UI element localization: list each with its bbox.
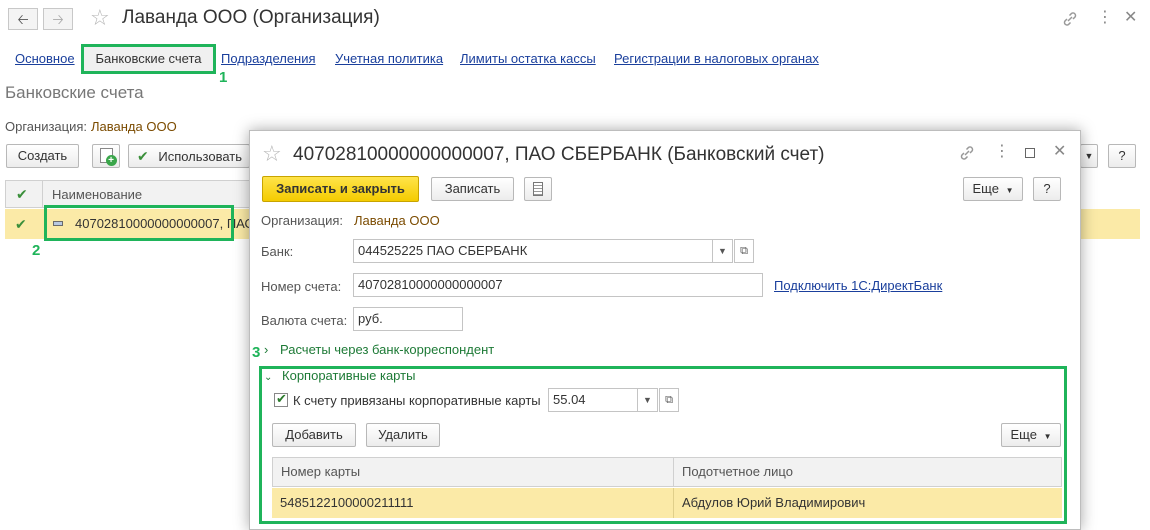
dialog-title: 40702810000000000007, ПАО СБЕРБАНК (Банк… <box>293 144 825 165</box>
bank-field[interactable]: 044525225 ПАО СБЕРБАНК <box>353 239 713 263</box>
cards-more-button[interactable]: Еще ▼ <box>1001 423 1061 447</box>
forward-button[interactable]: 🡢 <box>43 8 73 30</box>
accountable-person-cell[interactable]: Абдулов Юрий Владимирович <box>674 488 1062 518</box>
chevron-right-icon: › <box>264 342 269 357</box>
tab-tax-registrations[interactable]: Регистрации в налоговых органах <box>614 51 819 66</box>
column-header-name[interactable]: Наименование <box>52 187 142 202</box>
check-column-icon: ✔ <box>16 186 28 202</box>
favorite-star-icon[interactable]: ☆ <box>90 7 110 29</box>
dialog-link-icon[interactable] <box>959 145 975 163</box>
bank-label: Банк: <box>261 244 294 259</box>
tab-accounting-policy[interactable]: Учетная политика <box>335 51 443 66</box>
tab-cash-limits[interactable]: Лимиты остатка кассы <box>460 51 596 66</box>
report-button[interactable] <box>524 177 552 201</box>
help-button[interactable]: ? <box>1108 144 1136 168</box>
account-number-label: Номер счета: <box>261 279 342 294</box>
use-button[interactable]: ✔ Использовать <box>128 144 250 168</box>
dialog-favorite-star-icon[interactable]: ☆ <box>262 143 282 165</box>
cards-more-label: Еще <box>1010 427 1037 442</box>
add-icon: + <box>99 148 117 166</box>
currency-label: Валюта счета: <box>261 313 348 328</box>
bank-account-dialog: ☆ 40702810000000000007, ПАО СБЕРБАНК (Ба… <box>249 130 1081 530</box>
cards-account-field[interactable]: 55.04 <box>548 388 638 412</box>
card-number-cell[interactable]: 5485122100000211111 <box>272 488 674 518</box>
delete-card-button[interactable]: Удалить <box>366 423 440 447</box>
cards-checkbox-label: К счету привязаны корпоративные карты <box>293 393 541 408</box>
grid-header: ✔ Наименование <box>5 180 250 208</box>
annotation-1: 1 <box>219 69 228 86</box>
org-label: Организация: <box>5 119 88 134</box>
more-dropdown-button[interactable]: ▼ <box>1080 144 1098 168</box>
annotation-3: 3 <box>252 344 261 361</box>
create-button[interactable]: Создать <box>6 144 79 168</box>
dialog-maximize-icon[interactable] <box>1025 148 1035 158</box>
cards-account-open-button[interactable]: ⧉ <box>659 388 679 412</box>
bank-open-button[interactable]: ⧉ <box>734 239 754 263</box>
section-title: Банковские счета <box>5 83 144 102</box>
use-button-label: Использовать <box>158 149 243 164</box>
dialog-org-label: Организация: <box>261 213 344 228</box>
check-icon: ✔ <box>137 148 149 164</box>
cards-checkbox[interactable]: ✔ <box>274 391 288 407</box>
org-value[interactable]: Лаванда ООО <box>91 119 177 134</box>
save-button[interactable]: Записать <box>431 177 514 201</box>
copy-add-button[interactable]: + <box>92 144 120 168</box>
dialog-org-value[interactable]: Лаванда ООО <box>354 213 440 228</box>
column-header-card-number[interactable]: Номер карты <box>272 457 674 487</box>
add-card-button[interactable]: Добавить <box>272 423 356 447</box>
dialog-more-button[interactable]: Еще ▼ <box>963 177 1023 201</box>
document-icon <box>533 182 543 196</box>
tab-bank-accounts[interactable]: Банковские счета <box>81 44 216 74</box>
row-check-icon: ✔ <box>15 216 27 232</box>
dialog-help-button[interactable]: ? <box>1033 177 1061 201</box>
currency-field[interactable]: руб. <box>353 307 463 331</box>
link-icon[interactable] <box>1062 11 1078 29</box>
correspondent-group-toggle[interactable]: › Расчеты через банк-корреспондент <box>264 342 494 357</box>
checkbox-check-icon: ✔ <box>276 391 287 406</box>
correspondent-group-label: Расчеты через банк-корреспондент <box>279 342 495 357</box>
more-actions-icon[interactable]: ⋮ <box>1097 10 1113 26</box>
dialog-more-actions-icon[interactable]: ⋮ <box>994 144 1010 160</box>
chevron-down-icon: ⌄ <box>264 372 273 383</box>
cards-account-dropdown-button[interactable]: ▼ <box>638 388 658 412</box>
chevron-down-icon: ▼ <box>1005 186 1014 195</box>
annotation-2: 2 <box>32 242 41 259</box>
close-icon[interactable]: ✕ <box>1124 10 1137 26</box>
cards-group-toggle[interactable]: ⌄ Корпоративные карты <box>264 368 415 383</box>
tab-main[interactable]: Основное <box>15 51 75 66</box>
highlight-row <box>44 205 234 241</box>
bank-dropdown-button[interactable]: ▼ <box>713 239 733 263</box>
chevron-down-icon: ▼ <box>1043 432 1052 441</box>
window-title: Лаванда ООО (Организация) <box>122 7 380 28</box>
account-number-field[interactable]: 40702810000000000007 <box>353 273 763 297</box>
column-header-accountable-person[interactable]: Подотчетное лицо <box>673 457 1062 487</box>
back-button[interactable]: 🡠 <box>8 8 38 30</box>
directbank-link[interactable]: Подключить 1С:ДиректБанк <box>774 278 942 293</box>
cards-group-label: Корпоративные карты <box>282 368 416 383</box>
dialog-close-icon[interactable]: ✕ <box>1053 144 1066 160</box>
save-and-close-button[interactable]: Записать и закрыть <box>262 176 419 202</box>
tab-subdivisions[interactable]: Подразделения <box>221 51 316 66</box>
dialog-more-label: Еще <box>972 181 999 196</box>
